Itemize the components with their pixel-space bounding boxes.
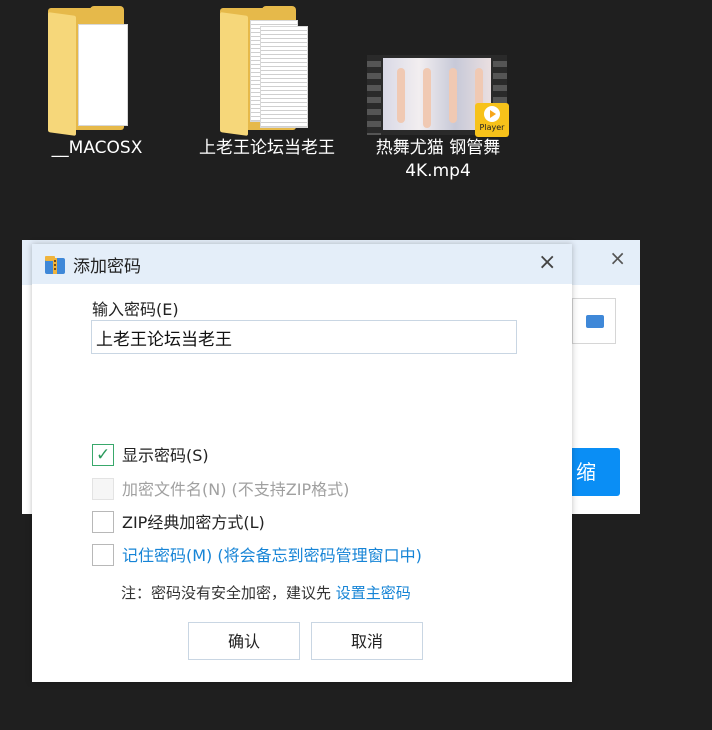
password-label: 输入密码(E) xyxy=(92,300,179,319)
dialog-titlebar: 添加密码 × xyxy=(32,244,572,284)
option-label: 加密文件名(N) (不支持ZIP格式) xyxy=(122,480,350,499)
option-label: ZIP经典加密方式(L) xyxy=(122,513,265,532)
cancel-button[interactable]: 取消 xyxy=(311,622,423,660)
browse-folder-button[interactable] xyxy=(572,298,616,344)
password-input[interactable] xyxy=(91,320,517,354)
ok-button[interactable]: 确认 xyxy=(188,622,300,660)
desktop-item-label: __MACOSX xyxy=(51,138,143,158)
set-master-password-link[interactable]: 设置主密码 xyxy=(336,584,411,602)
add-password-dialog: 添加密码 × 输入密码(E) 显示密码(S) 加密文件名(N) (不支持ZIP格… xyxy=(32,244,572,682)
video-thumbnail-icon[interactable]: Player xyxy=(367,55,509,137)
archive-app-icon xyxy=(45,256,65,274)
option-label: 显示密码(S) xyxy=(122,446,209,465)
close-icon[interactable]: × xyxy=(609,246,626,270)
desktop-item-label: 热舞尤猫 钢管舞4K.mp4 xyxy=(375,138,501,181)
note-text: 注：密码没有安全加密，建议先 xyxy=(121,584,336,602)
player-badge-icon: Player xyxy=(475,103,509,137)
close-icon[interactable]: × xyxy=(538,250,556,275)
folder-icon xyxy=(586,315,604,328)
security-note: 注：密码没有安全加密，建议先 设置主密码 xyxy=(121,582,411,603)
zip-classic-checkbox[interactable] xyxy=(92,511,114,533)
desktop-item-label: 上老王论坛当老王 xyxy=(199,138,335,158)
show-password-checkbox[interactable] xyxy=(92,443,114,467)
remember-password-checkbox[interactable] xyxy=(92,544,114,566)
encrypt-filenames-checkbox xyxy=(92,478,114,500)
dialog-title: 添加密码 xyxy=(73,257,141,277)
option-label: 记住密码(M) (将会备忘到密码管理窗口中) xyxy=(122,546,422,565)
